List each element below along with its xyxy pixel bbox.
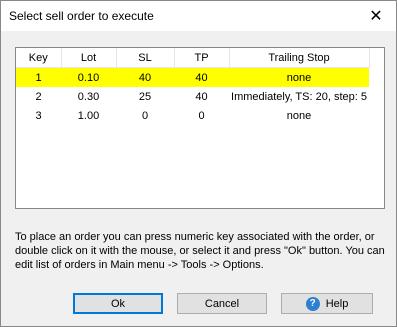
column-header-trailing-stop[interactable]: Trailing Stop — [229, 48, 370, 68]
ok-button-label: Ok — [110, 297, 126, 310]
orders-table: Key Lot SL TP Trailing Stop 1 0.10 40 40… — [16, 48, 370, 125]
cell-lot: 0.10 — [61, 67, 116, 87]
dialog-window: Select sell order to execute ✕ Key Lot S… — [0, 0, 397, 327]
cell-trailing-stop: none — [286, 109, 312, 122]
cancel-button-label: Cancel — [204, 297, 240, 310]
cell-tp: 40 — [174, 67, 229, 87]
cell-lot: 0.30 — [77, 90, 100, 103]
instructions-line-2: double click on it with the mouse, or se… — [15, 245, 385, 257]
cell-sl: 25 — [138, 90, 152, 103]
instructions-text: To place an order you can press numeric … — [15, 230, 385, 272]
order-row-3[interactable]: 3 1.00 0 0 none — [16, 106, 369, 125]
column-header-sl[interactable]: SL — [116, 48, 175, 68]
column-header-lot[interactable]: Lot — [61, 48, 117, 68]
cell-sl: 40 — [116, 67, 174, 87]
close-icon: ✕ — [369, 8, 383, 25]
cell-key: 2 — [35, 90, 42, 103]
instructions-line-1: To place an order you can press numeric … — [15, 231, 375, 243]
cell-trailing-stop: Immediately, TS: 20, step: 5 — [231, 90, 367, 103]
instructions-line-3: edit list of orders in Main menu -> Tool… — [15, 259, 264, 271]
column-header-key[interactable]: Key — [16, 48, 62, 68]
help-icon: ? — [305, 296, 320, 311]
cell-lot: 1.00 — [77, 109, 100, 122]
cell-sl: 0 — [141, 109, 149, 122]
cell-key: 1 — [16, 67, 61, 87]
cell-trailing-stop: none — [229, 67, 369, 87]
cell-tp: 40 — [195, 90, 208, 103]
cell-key: 3 — [35, 109, 42, 122]
help-button[interactable]: ? Help — [281, 293, 373, 314]
column-header-tp[interactable]: TP — [174, 48, 230, 68]
cancel-button[interactable]: Cancel — [177, 293, 267, 314]
ok-button[interactable]: Ok — [73, 293, 163, 314]
orders-list[interactable]: Key Lot SL TP Trailing Stop 1 0.10 40 40… — [15, 47, 385, 209]
help-button-label: Help — [325, 297, 349, 310]
order-row-1[interactable]: 1 0.10 40 40 none — [16, 67, 369, 87]
title-bar: Select sell order to execute ✕ — [1, 1, 396, 31]
order-row-2[interactable]: 2 0.30 25 40 Immediately, TS: 20, step: … — [16, 87, 369, 106]
window-title: Select sell order to execute — [9, 9, 154, 23]
table-header-row: Key Lot SL TP Trailing Stop — [16, 48, 370, 68]
close-button[interactable]: ✕ — [356, 1, 396, 31]
cell-tp: 0 — [198, 109, 205, 122]
